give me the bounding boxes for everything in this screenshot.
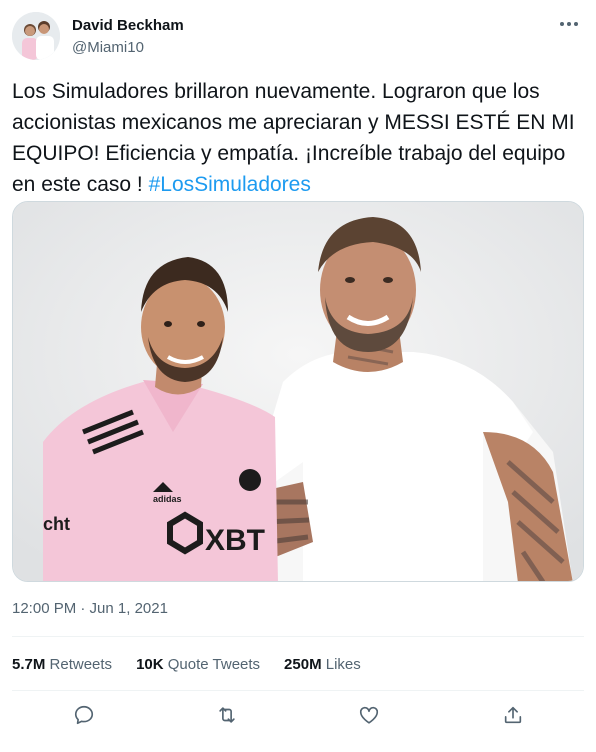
more-icon[interactable] xyxy=(554,12,584,36)
jersey-sponsor-text: XBT xyxy=(205,524,265,557)
share-icon[interactable] xyxy=(496,698,530,732)
jersey-side-text: cht xyxy=(43,514,70,534)
retweet-icon[interactable] xyxy=(210,698,244,732)
avatar[interactable] xyxy=(12,12,60,60)
like-icon[interactable] xyxy=(352,698,386,732)
divider xyxy=(12,636,584,637)
tweet-actions xyxy=(12,698,584,732)
retweets-stat[interactable]: 5.7M Retweets xyxy=(12,656,112,673)
tweet-text: Los Simuladores brillaron nuevamente. Lo… xyxy=(12,76,584,200)
quotes-label: Quote Tweets xyxy=(167,655,261,673)
likes-count: 250M xyxy=(284,655,322,673)
hashtag-link[interactable]: #LosSimuladores xyxy=(149,173,311,196)
retweets-count: 5.7M xyxy=(12,655,46,673)
tweet-photo[interactable]: adidas XBT cht xyxy=(12,201,584,582)
retweets-label: Retweets xyxy=(49,655,113,673)
quotes-count: 10K xyxy=(136,655,164,673)
tweet-timestamp[interactable]: 12:00 PM · Jun 1, 2021 xyxy=(12,600,168,617)
reply-icon[interactable] xyxy=(67,698,101,732)
divider xyxy=(12,690,584,691)
likes-label: Likes xyxy=(325,655,361,673)
quotes-stat[interactable]: 10K Quote Tweets xyxy=(136,656,260,673)
tweet-header: David Beckham @Miami10 xyxy=(12,12,584,62)
author-name[interactable]: David Beckham xyxy=(72,17,184,34)
tweet-stats: 5.7M Retweets 10K Quote Tweets 250M Like… xyxy=(12,652,385,676)
author-handle[interactable]: @Miami10 xyxy=(72,39,144,56)
likes-stat[interactable]: 250M Likes xyxy=(284,656,361,673)
svg-text:adidas: adidas xyxy=(153,494,182,504)
